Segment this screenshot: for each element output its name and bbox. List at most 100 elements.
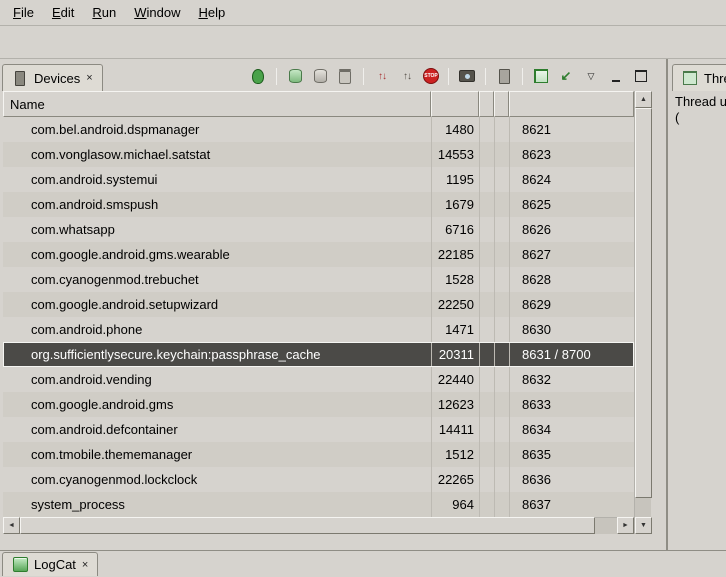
table-row[interactable]: com.bel.android.dspmanager14808621: [3, 117, 634, 142]
column-header-pid[interactable]: [431, 91, 479, 117]
process-name: com.android.systemui: [3, 167, 431, 192]
screen-capture-icon[interactable]: [458, 67, 476, 85]
tab-logcat[interactable]: LogCat ×: [2, 552, 98, 576]
table-row[interactable]: com.google.android.gms12623 8633: [3, 392, 634, 417]
spacer-cell: [494, 367, 509, 392]
table-row[interactable]: com.android.defcontainer144118634: [3, 417, 634, 442]
menu-edit[interactable]: Edit: [43, 2, 83, 23]
spacer-cell: [479, 242, 494, 267]
process-port: 8637: [509, 492, 634, 517]
process-name: com.google.android.gms: [3, 392, 431, 417]
capture-icon[interactable]: [495, 67, 513, 85]
close-icon[interactable]: ×: [81, 559, 89, 571]
process-name: com.android.defcontainer: [3, 417, 431, 442]
table-row[interactable]: com.android.vending224408632: [3, 367, 634, 392]
table-row[interactable]: com.cyanogenmod.trebuchet15288628: [3, 267, 634, 292]
spacer-cell: [494, 492, 509, 517]
process-pid: 1528: [431, 267, 479, 292]
column-header-port[interactable]: [509, 91, 634, 117]
process-pid: 12623: [431, 392, 479, 417]
method-profiling-icon[interactable]: ↑↓: [398, 67, 416, 85]
spacer-cell: [494, 317, 509, 342]
scroll-down-icon[interactable]: ▼: [635, 517, 652, 534]
scroll-up-icon[interactable]: ▲: [635, 91, 652, 108]
column-header-name[interactable]: Name: [3, 91, 431, 117]
process-pid: 1195: [431, 167, 479, 192]
table-row[interactable]: com.whatsapp67168626: [3, 217, 634, 242]
horizontal-scrollbar[interactable]: ◄ ►: [3, 517, 634, 534]
column-header-spacer[interactable]: [494, 91, 509, 117]
horizontal-scrollbar-thumb[interactable]: [20, 517, 595, 534]
table-row[interactable]: com.android.smspush16798625: [3, 192, 634, 217]
close-icon[interactable]: ×: [85, 72, 93, 84]
spacer-cell: [479, 417, 494, 442]
table-row[interactable]: com.google.android.setupwizard222508629: [3, 292, 634, 317]
table-row[interactable]: com.cyanogenmod.lockclock222658636: [3, 467, 634, 492]
menu-window[interactable]: Window: [125, 2, 189, 23]
table-row[interactable]: com.tmobile.thememanager15128635: [3, 442, 634, 467]
garbage-collect-icon[interactable]: [336, 67, 354, 85]
spacer-cell: [494, 417, 509, 442]
process-name: com.cyanogenmod.trebuchet: [3, 267, 431, 292]
table-row[interactable]: org.sufficientlysecure.keychain:passphra…: [3, 342, 634, 367]
tab-threads[interactable]: Threa: [672, 64, 726, 91]
column-header-spacer[interactable]: [479, 91, 494, 117]
spacer-cell: [494, 167, 509, 192]
process-name: com.android.phone: [3, 317, 431, 342]
systrace-icon[interactable]: ↙: [557, 67, 575, 85]
process-port: 8636: [509, 467, 634, 492]
vertical-scrollbar[interactable]: ▲ ▼: [634, 91, 651, 534]
update-heap-icon[interactable]: [286, 67, 304, 85]
device-table: Name com.bel.android.dspmanager14808621c…: [3, 91, 651, 534]
debug-icon[interactable]: [249, 67, 267, 85]
process-port: 8624: [509, 167, 634, 192]
view-menu-icon[interactable]: ▽: [582, 67, 600, 85]
tab-logcat-label: LogCat: [34, 557, 76, 572]
main-toolbar: [0, 26, 726, 59]
process-pid: 20311: [431, 342, 479, 367]
tab-devices-label: Devices: [34, 71, 80, 86]
table-row[interactable]: com.vonglasow.michael.satstat145538623: [3, 142, 634, 167]
scroll-right-icon[interactable]: ►: [617, 517, 634, 534]
table-row[interactable]: com.android.systemui1195 8624: [3, 167, 634, 192]
threads-message-line: Thread up: [675, 94, 721, 110]
scrollbar-track[interactable]: [595, 518, 617, 534]
menu-file[interactable]: File: [4, 2, 43, 23]
process-pid: 22250: [431, 292, 479, 317]
vertical-scrollbar-thumb[interactable]: [635, 108, 652, 498]
process-port: 8623: [509, 142, 634, 167]
minimize-icon[interactable]: [607, 67, 625, 85]
spacer-cell: [479, 117, 494, 142]
device-table-body: com.bel.android.dspmanager14808621com.vo…: [3, 117, 634, 517]
threads-message: Thread up (: [670, 91, 726, 129]
scrollbar-track[interactable]: [635, 498, 651, 517]
tab-devices[interactable]: Devices ×: [2, 64, 103, 91]
maximize-icon[interactable]: [632, 67, 650, 85]
table-row[interactable]: com.android.phone14718630: [3, 317, 634, 342]
process-name: com.bel.android.dspmanager: [3, 117, 431, 142]
tab-threads-label: Threa: [704, 71, 726, 86]
toolbar-separator: [448, 68, 449, 85]
process-port: 8633: [509, 392, 634, 417]
table-row[interactable]: system_process9648637: [3, 492, 634, 517]
stop-process-icon[interactable]: STOP: [423, 68, 439, 84]
menu-run[interactable]: Run: [83, 2, 125, 23]
menu-help[interactable]: Help: [189, 2, 234, 23]
dump-hprof-icon[interactable]: [311, 67, 329, 85]
scroll-left-icon[interactable]: ◄: [3, 517, 20, 534]
spacer-cell: [479, 192, 494, 217]
spacer-cell: [494, 392, 509, 417]
spacer-cell: [494, 117, 509, 142]
devices-view-header: Devices × ↑↓ ↑↓ STOP ↙ ▽: [0, 59, 666, 91]
process-pid: 6716: [431, 217, 479, 242]
hierarchy-view-icon[interactable]: [532, 67, 550, 85]
process-name: org.sufficientlysecure.keychain:passphra…: [3, 342, 431, 367]
spacer-cell: [479, 267, 494, 292]
process-pid: 22265: [431, 467, 479, 492]
table-row[interactable]: com.google.android.gms.wearable221858627: [3, 242, 634, 267]
update-threads-icon[interactable]: ↑↓: [373, 67, 391, 85]
process-port: 8635: [509, 442, 634, 467]
spacer-cell: [479, 342, 494, 367]
process-port: 8627: [509, 242, 634, 267]
spacer-cell: [494, 192, 509, 217]
